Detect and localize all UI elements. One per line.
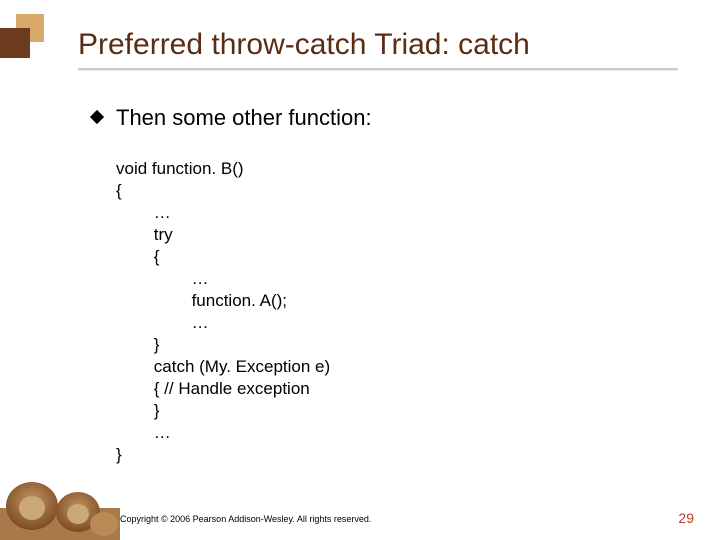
code-line: try [116,225,173,244]
code-line: } [116,335,159,354]
code-line: … [116,203,171,222]
corner-decoration [0,14,50,64]
lions-image [0,462,120,540]
slide-title: Preferred throw-catch Triad: catch [78,28,530,62]
code-line: … [116,313,209,332]
code-line: function. A(); [116,291,287,310]
copyright-text: Copyright © 2006 Pearson Addison-Wesley.… [120,514,371,524]
page-number: 29 [678,510,694,526]
code-line: catch (My. Exception e) [116,357,330,376]
code-line: } [116,445,122,464]
bullet-diamond-icon [90,110,104,124]
code-line: … [116,269,209,288]
bullet-text: Then some other function: [116,104,372,132]
code-line: { [116,181,122,200]
title-underline [78,68,678,70]
code-line: … [116,423,171,442]
code-line: { // Handle exception [116,379,310,398]
slide-content: Then some other function: void function.… [92,104,652,466]
bullet-item: Then some other function: [92,104,652,132]
deco-square-dark [0,28,30,58]
code-line: { [116,247,159,266]
code-line: void function. B() [116,159,244,178]
code-line: } [116,401,159,420]
code-block: void function. B() { … try { … function.… [116,136,652,466]
